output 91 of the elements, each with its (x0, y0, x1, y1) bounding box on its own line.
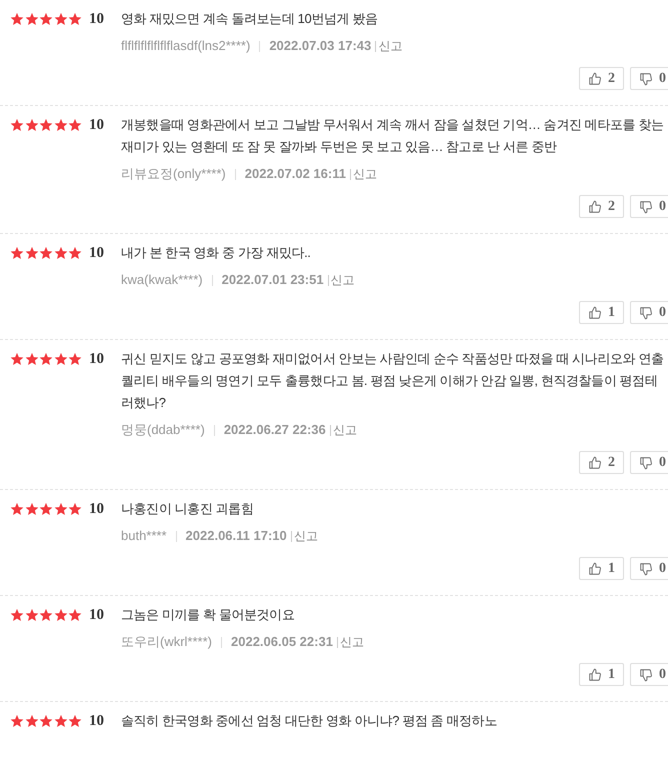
dislike-button[interactable]: 0 (630, 67, 668, 90)
star-icon (10, 502, 24, 516)
like-button[interactable]: 1 (579, 301, 624, 324)
review-text: 귀신 믿지도 않고 공포영화 재미없어서 안보는 사람인데 순수 작품성만 따졌을 때 시나리오와 연출 퀄리티 배우들의 명연기 모두 출륭했다고 봄. 평점 낮은게 이해가 안감 일뽕, 현직경찰들이 평점테 러했나? (121, 350, 664, 412)
username: buth**** (121, 527, 167, 546)
like-button[interactable]: 1 (579, 663, 624, 686)
star-icon (24, 502, 38, 516)
like-button[interactable]: 2 (579, 195, 624, 218)
star-icon (24, 12, 38, 26)
rating-score: 10 (89, 352, 104, 366)
username: 또우리(wkrl****) (121, 633, 212, 652)
username: 리뷰요정(only****) (121, 165, 226, 184)
star-icon (68, 714, 82, 728)
thumbs-down-icon (639, 306, 653, 320)
star-icon (10, 12, 24, 26)
star-icon (24, 352, 38, 366)
star-icon (54, 714, 68, 728)
dislike-button[interactable]: 0 (630, 195, 668, 218)
username: 멍뭉(ddab****) (121, 421, 205, 440)
thumbs-up-icon (588, 668, 602, 682)
review-text: 영화 재밌으면 계속 돌려보는데 10번넘게 봤음 (121, 10, 378, 28)
review-date: 2022.07.01 23:51 (222, 271, 324, 290)
review-text: 그놈은 미끼를 확 물어분것이요 (121, 606, 294, 624)
star-icon (54, 608, 68, 622)
star-icon (39, 246, 53, 260)
star-icon (54, 12, 68, 26)
report-link[interactable]: 신고 (332, 421, 357, 439)
star-icon (39, 608, 53, 622)
rating-score: 10 (89, 246, 104, 260)
star-icon (68, 118, 82, 132)
star-icon (10, 118, 24, 132)
star-icon (68, 12, 82, 26)
username: kwa(kwak****) (121, 271, 203, 290)
review-date: 2022.07.03 17:43 (269, 37, 372, 56)
username: flflflflflflflflasdf(lns2****) (121, 37, 250, 56)
star-icon (54, 352, 68, 366)
rating-score: 10 (89, 502, 104, 516)
star-icon (68, 608, 82, 622)
thumbs-down-icon (639, 200, 653, 214)
star-icon (39, 502, 53, 516)
review-date: 2022.06.05 22:31 (231, 633, 333, 652)
star-icon (39, 118, 53, 132)
review-date: 2022.06.11 17:10 (186, 527, 287, 546)
review-date: 2022.07.02 16:11 (244, 165, 346, 184)
review-text: 개봉했을때 영화관에서 보고 그날밤 무서워서 계속 깨서 잠을 설쳤던 기억… 숨겨진 메타포를 찾는 재미가 있는 영환데 또 잠 못 잘까봐 두번은 못 보고 있음… 참고로 난 서른 중반 (121, 116, 664, 156)
dislike-button[interactable]: 0 (630, 663, 668, 686)
thumbs-up-icon (588, 562, 602, 576)
report-link[interactable]: 신고 (294, 527, 318, 545)
star-icon (24, 714, 38, 728)
thumbs-down-icon (639, 668, 653, 682)
star-icon (54, 246, 68, 260)
report-link[interactable]: 신고 (378, 37, 402, 55)
review-date: 2022.06.27 22:36 (224, 421, 326, 440)
rating-score: 10 (89, 118, 104, 132)
star-icon (39, 714, 53, 728)
rating-score: 10 (89, 608, 104, 622)
like-button[interactable]: 2 (579, 451, 624, 474)
thumbs-up-icon (588, 200, 602, 214)
thumbs-up-icon (588, 456, 602, 470)
star-icon (39, 12, 53, 26)
review-text: 내가 본 한국 영화 중 가장 재밌다.. (121, 244, 310, 262)
rating-score: 10 (89, 714, 104, 728)
review-text: 솔직히 한국영화 중에선 엄청 대단한 영화 아니냐? 평점 좀 매정하노 (121, 712, 497, 730)
report-link[interactable]: 신고 (330, 271, 355, 289)
star-icon (68, 246, 82, 260)
star-icon (68, 352, 82, 366)
star-icon (24, 608, 38, 622)
thumbs-down-icon (639, 456, 653, 470)
dislike-button[interactable]: 0 (630, 301, 668, 324)
like-button[interactable]: 1 (579, 557, 624, 580)
star-icon (10, 246, 24, 260)
dislike-button[interactable]: 0 (630, 451, 668, 474)
star-icon (10, 352, 24, 366)
report-link[interactable]: 신고 (340, 633, 364, 651)
dislike-button[interactable]: 0 (630, 557, 668, 580)
thumbs-down-icon (639, 562, 653, 576)
star-icon (39, 352, 53, 366)
thumbs-down-icon (639, 72, 653, 86)
like-button[interactable]: 2 (579, 67, 624, 90)
star-icon (54, 502, 68, 516)
star-icon (24, 246, 38, 260)
thumbs-up-icon (588, 72, 602, 86)
star-icon (10, 714, 24, 728)
thumbs-up-icon (588, 306, 602, 320)
star-icon (68, 502, 82, 516)
star-icon (54, 118, 68, 132)
rating-score: 10 (89, 12, 104, 26)
star-icon (10, 608, 24, 622)
review-text: 나홍진이 니홍진 괴롭힘 (121, 500, 254, 518)
report-link[interactable]: 신고 (352, 165, 377, 183)
star-icon (24, 118, 38, 132)
